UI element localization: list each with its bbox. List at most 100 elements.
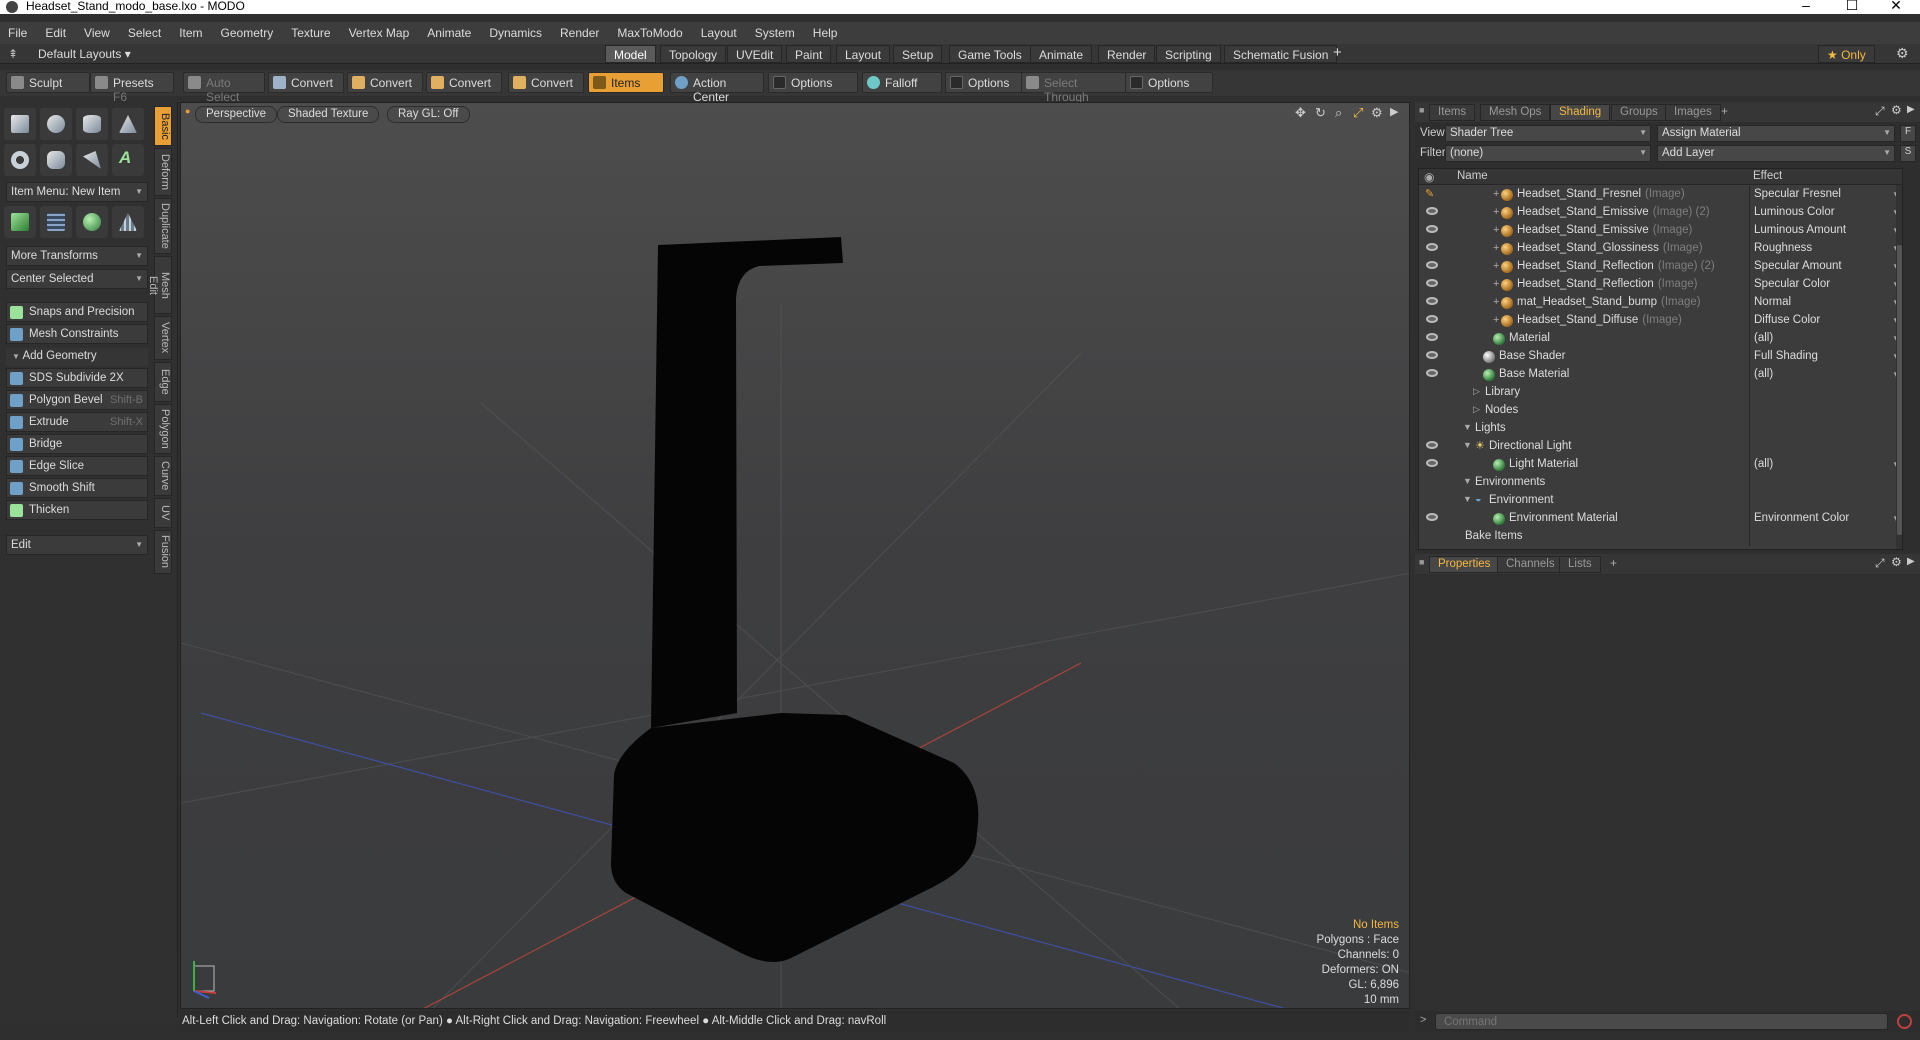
fit-view-icon[interactable]: ⤢ (1353, 105, 1363, 121)
expand-plus-icon[interactable]: + (1493, 224, 1499, 236)
tree-row[interactable]: + Headset_Stand_Emissive (Image) (2) Lumino… (1419, 204, 1902, 222)
vtab-basic[interactable]: Basic (154, 106, 172, 146)
expand-plus-icon[interactable]: + (1493, 206, 1499, 218)
tree-row[interactable]: + mat_Headset_Stand_bump (Image) Normal (1419, 294, 1902, 312)
only-toggle[interactable]: ★ Only (1818, 45, 1875, 63)
visibility-eye-icon[interactable] (1426, 351, 1438, 359)
view-dropdown[interactable]: Shader Tree (1445, 125, 1651, 142)
visibility-eye-icon[interactable] (1426, 441, 1438, 449)
tab-uvedit[interactable]: UVEdit (727, 45, 783, 63)
tree-row[interactable]: ✎ + Headset_Stand_Fresnel (Image) Specular F… (1419, 186, 1902, 204)
tree-row[interactable]: ▼ Lights (1419, 420, 1902, 438)
cube-primitive-button[interactable] (4, 108, 36, 140)
maximize-button[interactable]: ☐ (1832, 0, 1872, 14)
tab-items[interactable]: Items (1429, 104, 1476, 121)
effect-dropdown[interactable]: Specular Amount (1749, 258, 1902, 276)
viewport-settings-icon[interactable]: ⚙ (1371, 105, 1383, 121)
item-menu-dropdown[interactable]: Item Menu: New Item (6, 182, 148, 202)
layout-selector[interactable]: Default Layouts ▾ (38, 47, 131, 61)
pen-primitive-button[interactable] (76, 144, 108, 176)
panel-gear-icon[interactable]: ⚙ (1891, 103, 1902, 117)
visibility-eye-icon[interactable] (1426, 243, 1438, 251)
tab-layout[interactable]: Layout (836, 45, 891, 63)
tree-row[interactable]: ▼ ◒ Environment (1419, 492, 1902, 510)
cylinder-primitive-button[interactable] (76, 108, 108, 140)
effect-dropdown[interactable]: Normal (1749, 294, 1902, 312)
falloff-options-button[interactable]: Options (945, 72, 1023, 93)
visibility-eye-icon[interactable] (1426, 315, 1438, 323)
vtab-duplicate[interactable]: Duplicate (154, 198, 172, 254)
tab-render[interactable]: Render (1098, 45, 1156, 63)
collapse-arrow-icon[interactable]: ▼ (1463, 440, 1472, 450)
menu-vertex-map[interactable]: Vertex Map (349, 22, 410, 40)
action-center-options-button[interactable]: Options (768, 72, 858, 93)
effect-dropdown[interactable]: (all) (1749, 330, 1902, 348)
minimize-button[interactable]: – (1786, 0, 1826, 13)
transform-gizmo-button[interactable] (4, 206, 36, 238)
tree-row[interactable]: + Headset_Stand_Glossiness (Image) Roughnes… (1419, 240, 1902, 258)
menu-maxtomodo[interactable]: MaxToModo (617, 22, 682, 40)
tree-row[interactable]: Base Shader Full Shading (1419, 348, 1902, 366)
menu-dynamics[interactable]: Dynamics (489, 22, 542, 40)
convert-item-button[interactable]: Convert (508, 72, 584, 93)
tree-row[interactable]: ▷ Library (1419, 384, 1902, 402)
record-icon[interactable] (1897, 1014, 1912, 1029)
tree-row[interactable]: Bake Items (1419, 528, 1902, 546)
expand-plus-icon[interactable]: + (1493, 188, 1499, 200)
effect-dropdown[interactable]: Roughness (1749, 240, 1902, 258)
menu-file[interactable]: File (8, 22, 27, 40)
tree-row[interactable]: ▷ Nodes (1419, 402, 1902, 420)
falloff-button[interactable]: Falloff (862, 72, 942, 93)
sculpt-button[interactable]: Sculpt (6, 72, 90, 93)
visibility-eye-icon[interactable] (1426, 225, 1438, 233)
visibility-eye-icon[interactable] (1426, 297, 1438, 305)
expand-icon[interactable]: ⤢ (1875, 556, 1885, 571)
collapse-arrow-icon[interactable]: ▼ (1463, 476, 1472, 486)
text-primitive-button[interactable]: A (112, 144, 144, 176)
effect-dropdown[interactable]: Full Shading (1749, 348, 1902, 366)
panel-arrow-icon[interactable]: ▶ (1907, 104, 1915, 115)
zoom-view-icon[interactable]: ⌕ (1335, 105, 1342, 121)
edit-dropdown[interactable]: Edit (6, 535, 148, 555)
panel-menu-icon[interactable]: ■ (1419, 557, 1424, 567)
smooth-shift-button[interactable]: Smooth Shift (6, 478, 148, 498)
f-button[interactable]: F (1900, 125, 1916, 142)
tab-scripting[interactable]: Scripting (1156, 45, 1221, 63)
presets-button[interactable]: Presets F6 (90, 72, 174, 104)
tree-row[interactable]: Base Material (all) (1419, 366, 1902, 384)
tab-channels[interactable]: Channels (1497, 556, 1564, 573)
add-tab-button[interactable]: + (1333, 44, 1342, 61)
effect-dropdown[interactable]: Luminous Color (1749, 204, 1902, 222)
menu-view[interactable]: View (84, 22, 110, 40)
vtab-deform[interactable]: Deform (154, 148, 172, 196)
raygl-button[interactable]: Ray GL: Off (387, 106, 470, 123)
expand-plus-icon[interactable]: + (1493, 278, 1499, 290)
tab-images[interactable]: Images (1665, 104, 1721, 121)
action-center-button[interactable]: Action Center (670, 72, 764, 104)
center-selected-dropdown[interactable]: Center Selected (6, 269, 148, 289)
tab-groups[interactable]: Groups (1611, 104, 1667, 121)
move-view-icon[interactable]: ✥ (1295, 105, 1306, 121)
filter-dropdown[interactable]: (none) (1445, 145, 1651, 162)
extrude-button[interactable]: Extrude Shift-X (6, 412, 148, 432)
tree-row[interactable]: ▼ Environments (1419, 474, 1902, 492)
add-layer-dropdown[interactable]: Add Layer (1657, 145, 1895, 162)
menu-help[interactable]: Help (813, 22, 838, 40)
torus-primitive-button[interactable] (4, 144, 36, 176)
perspective-button[interactable]: Perspective (195, 106, 278, 123)
bridge-button[interactable]: Bridge (6, 434, 148, 454)
visibility-eye-icon[interactable] (1426, 513, 1438, 521)
menu-edit[interactable]: Edit (45, 22, 66, 40)
tree-row[interactable]: Light Material (all) (1419, 456, 1902, 474)
tree-row[interactable]: + Headset_Stand_Diffuse (Image) Diffuse Col… (1419, 312, 1902, 330)
convert-vertex-button[interactable]: Convert (268, 72, 344, 93)
rotate-view-icon[interactable]: ↻ (1315, 105, 1326, 121)
viewport-menu-icon[interactable]: ● (185, 106, 190, 116)
add-geometry-section[interactable]: ▼ Add Geometry (6, 348, 148, 366)
gear-icon[interactable]: ⚙ (1896, 45, 1909, 62)
shading-mode-button[interactable]: Shaded Texture (277, 106, 380, 123)
menu-render[interactable]: Render (560, 22, 599, 40)
menu-item[interactable]: Item (179, 22, 202, 40)
3d-viewport[interactable]: ● Perspective Shaded Texture Ray GL: Off… (180, 102, 1410, 1009)
tab-lists[interactable]: Lists (1559, 556, 1601, 573)
